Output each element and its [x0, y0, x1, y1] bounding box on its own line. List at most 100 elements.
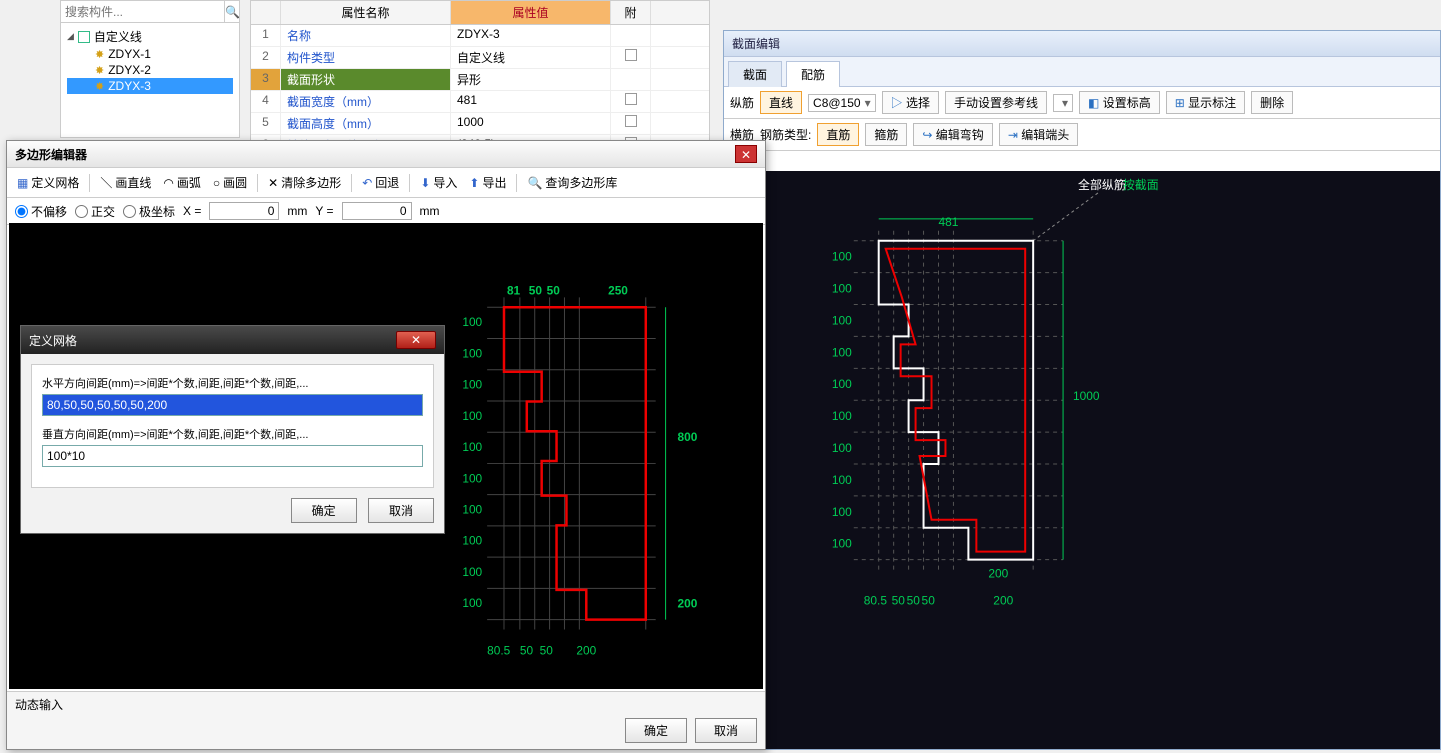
tab-rebar[interactable]: 配筋: [786, 61, 840, 87]
tree-item-zdyx1[interactable]: ✸ZDYX-1: [67, 46, 233, 62]
tree-root-label: 自定义线: [94, 28, 142, 45]
rebar-spec-combo[interactable]: C8@150▾: [808, 94, 876, 112]
svg-text:50: 50: [907, 594, 921, 608]
close-icon[interactable]: ✕: [396, 331, 436, 349]
grid-cancel-button[interactable]: 取消: [368, 498, 434, 523]
section-title: 截面编辑: [724, 31, 1440, 57]
btn-straight[interactable]: 直筋: [817, 123, 859, 146]
section-editor-panel: 截面编辑 截面 配筋 纵筋 直线 C8@150▾ ▷ 选择 手动设置参考线 ▾ …: [723, 30, 1441, 750]
btn-select[interactable]: ▷ 选择: [882, 91, 939, 114]
gear-icon: ✸: [95, 80, 104, 93]
arc-icon: ◠: [163, 176, 173, 190]
grid-define-dialog: 定义网格 ✕ 水平方向间距(mm)=>间距*个数,间距,间距*个数,间距,...…: [20, 325, 445, 534]
export-icon: ⬆: [469, 176, 479, 190]
section-canvas[interactable]: 全部纵筋 按截面 481 1000: [724, 171, 1440, 749]
prop-row[interactable]: 2构件类型自定义线: [251, 47, 709, 69]
svg-text:50: 50: [547, 283, 561, 297]
y-input[interactable]: [342, 202, 412, 220]
svg-text:1000: 1000: [1073, 389, 1100, 403]
prop-row[interactable]: 1名称ZDYX-3: [251, 25, 709, 47]
prop-row[interactable]: 5截面高度（mm）1000: [251, 113, 709, 135]
btn-set-elevation[interactable]: ◧ 设置标高: [1079, 91, 1160, 114]
btn-manual-refline[interactable]: 手动设置参考线: [945, 91, 1047, 114]
svg-text:481: 481: [939, 215, 959, 229]
clear-icon: ✕: [268, 176, 278, 190]
btn-define-grid[interactable]: ▦定义网格: [13, 172, 83, 193]
horizontal-spacing-label: 水平方向间距(mm)=>间距*个数,间距,间距*个数,间距,...: [42, 375, 423, 391]
btn-draw-circle[interactable]: ○画圆: [209, 172, 251, 193]
close-icon[interactable]: ✕: [735, 145, 757, 163]
btn-import[interactable]: ⬇导入: [416, 172, 461, 193]
gear-icon: ✸: [95, 48, 104, 61]
polygon-toolbar: ▦定义网格 ＼画直线 ◠画弧 ○画圆 ✕清除多边形 ↶回退 ⬇导入 ⬆导出 🔍查…: [7, 167, 765, 198]
svg-text:100: 100: [462, 346, 482, 360]
elevation-icon: ◧: [1088, 96, 1099, 110]
cursor-icon: ▷: [891, 96, 903, 110]
svg-text:80.5: 80.5: [487, 643, 511, 657]
prop-row[interactable]: 3截面形状异形: [251, 69, 709, 91]
poly-cancel-button[interactable]: 取消: [695, 718, 757, 743]
btn-stirrup[interactable]: 箍筋: [865, 123, 907, 146]
chevron-down-icon: ▾: [1062, 96, 1068, 110]
svg-text:50: 50: [520, 643, 534, 657]
polygon-editor-title: 多边形编辑器: [15, 146, 87, 163]
btn-clear-poly[interactable]: ✕清除多边形: [264, 172, 345, 193]
svg-text:100: 100: [832, 473, 852, 487]
undo-icon: ↶: [362, 176, 372, 190]
line-icon: ＼: [100, 174, 112, 191]
horizontal-spacing-input[interactable]: [42, 394, 423, 416]
svg-text:100: 100: [462, 534, 482, 548]
grid-ok-button[interactable]: 确定: [291, 498, 357, 523]
prop-header-extra: 附: [611, 1, 651, 24]
svg-text:50: 50: [892, 594, 906, 608]
tree-item-zdyx2[interactable]: ✸ZDYX-2: [67, 62, 233, 78]
section-toolbar-1: 纵筋 直线 C8@150▾ ▷ 选择 手动设置参考线 ▾ ◧ 设置标高 ⊞ 显示…: [724, 87, 1440, 119]
polygon-editor-titlebar[interactable]: 多边形编辑器 ✕: [7, 141, 765, 167]
svg-text:100: 100: [832, 250, 852, 264]
vertical-spacing-label: 垂直方向间距(mm)=>间距*个数,间距,间距*个数,间距,...: [42, 426, 423, 442]
tree-item-zdyx3[interactable]: ✸ZDYX-3: [67, 78, 233, 94]
svg-text:100: 100: [832, 345, 852, 359]
radio-ortho[interactable]: 正交: [75, 203, 115, 220]
import-icon: ⬇: [420, 176, 430, 190]
svg-text:200: 200: [677, 597, 697, 611]
svg-text:200: 200: [993, 594, 1013, 608]
btn-edit-end[interactable]: ⇥ 编辑端头: [999, 123, 1078, 146]
hook-icon: ↪: [922, 128, 932, 142]
btn-show-annot[interactable]: ⊞ 显示标注: [1166, 91, 1245, 114]
btn-draw-arc[interactable]: ◠画弧: [159, 172, 205, 193]
svg-text:100: 100: [832, 377, 852, 391]
svg-text:100: 100: [832, 505, 852, 519]
svg-text:50: 50: [540, 643, 554, 657]
gear-icon: ✸: [95, 64, 104, 77]
btn-edit-hook[interactable]: ↪ 编辑弯钩: [913, 123, 992, 146]
custom-line-icon: [78, 31, 90, 43]
btn-line[interactable]: 直线: [760, 91, 802, 114]
component-tree: 🔍 自定义线 ✸ZDYX-1 ✸ZDYX-2 ✸ZDYX-3: [60, 0, 240, 138]
tab-section[interactable]: 截面: [728, 61, 782, 87]
svg-text:100: 100: [462, 565, 482, 579]
vertical-spacing-input[interactable]: [42, 445, 423, 467]
refline-dd[interactable]: ▾: [1053, 94, 1073, 112]
tree-root-node[interactable]: 自定义线: [67, 27, 233, 46]
tree-search-input[interactable]: [61, 3, 224, 21]
radio-no-offset[interactable]: 不偏移: [15, 203, 67, 220]
btn-query-lib[interactable]: 🔍查询多边形库: [523, 172, 621, 193]
svg-text:100: 100: [832, 282, 852, 296]
grid-dialog-titlebar[interactable]: 定义网格 ✕: [21, 326, 444, 354]
svg-text:100: 100: [462, 440, 482, 454]
btn-delete[interactable]: 删除: [1251, 91, 1293, 114]
poly-ok-button[interactable]: 确定: [625, 718, 687, 743]
btn-undo[interactable]: ↶回退: [358, 172, 403, 193]
x-input[interactable]: [209, 202, 279, 220]
search-icon[interactable]: 🔍: [224, 1, 240, 23]
grid-dialog-title: 定义网格: [29, 332, 77, 349]
svg-text:100: 100: [462, 378, 482, 392]
radio-polar[interactable]: 极坐标: [123, 203, 175, 220]
btn-export[interactable]: ⬆导出: [465, 172, 510, 193]
prop-row[interactable]: 4截面宽度（mm）481: [251, 91, 709, 113]
prop-header-name: 属性名称: [281, 1, 451, 24]
grid-icon: ▦: [17, 176, 28, 190]
section-toolbar-2: 横筋 钢筋类型: 直筋 箍筋 ↪ 编辑弯钩 ⇥ 编辑端头: [724, 119, 1440, 151]
btn-draw-line[interactable]: ＼画直线: [96, 172, 155, 193]
